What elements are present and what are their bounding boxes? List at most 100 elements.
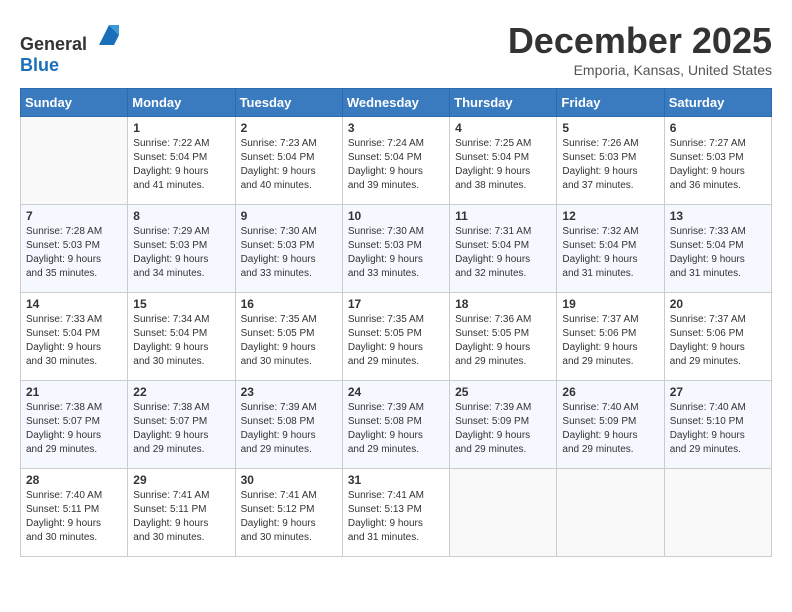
- calendar-cell: 20Sunrise: 7:37 AM Sunset: 5:06 PM Dayli…: [664, 293, 771, 381]
- calendar-cell: 21Sunrise: 7:38 AM Sunset: 5:07 PM Dayli…: [21, 381, 128, 469]
- calendar-body: 1Sunrise: 7:22 AM Sunset: 5:04 PM Daylig…: [21, 117, 772, 557]
- cell-content: Sunrise: 7:26 AM Sunset: 5:03 PM Dayligh…: [562, 137, 658, 193]
- calendar-cell: 19 Sunrise: 7:37 AM Sunset: 5:06 PM Dayli…: [557, 293, 664, 381]
- week-row-1: 1Sunrise: 7:22 AM Sunset: 5:04 PM Daylig…: [21, 117, 772, 205]
- day-number: 8: [133, 209, 229, 223]
- cell-content: Sunrise: 7:36 AM Sunset: 5:05 PM Dayligh…: [455, 313, 551, 369]
- cell-content: Sunrise: 7:35 AM Sunset: 5:05 PM Dayligh…: [348, 313, 444, 369]
- day-number: 9: [241, 209, 337, 223]
- calendar-cell: 27 Sunrise: 7:40 AM Sunset: 5:10 PM Dayli…: [664, 381, 771, 469]
- cell-content: Sunrise: 7:29 AM Sunset: 5:03 PM Dayligh…: [133, 225, 229, 281]
- calendar-cell: 7 Sunrise: 7:28 AM Sunset: 5:03 PM Daylig…: [21, 205, 128, 293]
- calendar-cell: 31Sunrise: 7:41 AM Sunset: 5:13 PM Dayli…: [342, 469, 449, 557]
- day-number: 2: [241, 121, 337, 135]
- calendar-cell: [664, 469, 771, 557]
- weekday-header-friday: Friday: [557, 89, 664, 117]
- day-number: 5: [562, 121, 658, 135]
- calendar-subtitle: Emporia, Kansas, United States: [508, 62, 772, 78]
- calendar-table: SundayMondayTuesdayWednesdayThursdayFrid…: [20, 88, 772, 557]
- weekday-header-monday: Monday: [128, 89, 235, 117]
- calendar-cell: 18 Sunrise: 7:36 AM Sunset: 5:05 PM Dayli…: [450, 293, 557, 381]
- calendar-title: December 2025: [508, 20, 772, 62]
- cell-content: Sunrise: 7:38 AM Sunset: 5:07 PM Dayligh…: [26, 401, 122, 457]
- cell-content: Sunrise: 7:22 AM Sunset: 5:04 PM Dayligh…: [133, 137, 229, 193]
- logo-text: General Blue: [20, 20, 124, 76]
- weekday-header-row: SundayMondayTuesdayWednesdayThursdayFrid…: [21, 89, 772, 117]
- week-row-4: 21Sunrise: 7:38 AM Sunset: 5:07 PM Dayli…: [21, 381, 772, 469]
- calendar-cell: [557, 469, 664, 557]
- day-number: 6: [670, 121, 766, 135]
- title-area: December 2025 Emporia, Kansas, United St…: [508, 20, 772, 78]
- calendar-cell: 25Sunrise: 7:39 AM Sunset: 5:09 PM Dayli…: [450, 381, 557, 469]
- calendar-cell: 22 Sunrise: 7:38 AM Sunset: 5:07 PM Dayli…: [128, 381, 235, 469]
- logo: General Blue: [20, 20, 124, 76]
- cell-content: Sunrise: 7:37 AM Sunset: 5:06 PM Dayligh…: [670, 313, 766, 369]
- week-row-2: 7 Sunrise: 7:28 AM Sunset: 5:03 PM Daylig…: [21, 205, 772, 293]
- cell-content: Sunrise: 7:25 AM Sunset: 5:04 PM Dayligh…: [455, 137, 551, 193]
- day-number: 11: [455, 209, 551, 223]
- day-number: 25: [455, 385, 551, 399]
- header: General Blue December 2025 Emporia, Kans…: [20, 20, 772, 78]
- calendar-cell: 9 Sunrise: 7:30 AM Sunset: 5:03 PM Daylig…: [235, 205, 342, 293]
- cell-content: Sunrise: 7:39 AM Sunset: 5:08 PM Dayligh…: [241, 401, 337, 457]
- calendar-cell: 17Sunrise: 7:35 AM Sunset: 5:05 PM Dayli…: [342, 293, 449, 381]
- day-number: 4: [455, 121, 551, 135]
- calendar-cell: [21, 117, 128, 205]
- cell-content: Sunrise: 7:39 AM Sunset: 5:08 PM Dayligh…: [348, 401, 444, 457]
- calendar-cell: 11 Sunrise: 7:31 AM Sunset: 5:04 PM Dayli…: [450, 205, 557, 293]
- weekday-header-saturday: Saturday: [664, 89, 771, 117]
- day-number: 10: [348, 209, 444, 223]
- weekday-header-thursday: Thursday: [450, 89, 557, 117]
- calendar-header: SundayMondayTuesdayWednesdayThursdayFrid…: [21, 89, 772, 117]
- cell-content: Sunrise: 7:40 AM Sunset: 5:10 PM Dayligh…: [670, 401, 766, 457]
- cell-content: Sunrise: 7:33 AM Sunset: 5:04 PM Dayligh…: [26, 313, 122, 369]
- cell-content: Sunrise: 7:38 AM Sunset: 5:07 PM Dayligh…: [133, 401, 229, 457]
- week-row-3: 14 Sunrise: 7:33 AM Sunset: 5:04 PM Dayli…: [21, 293, 772, 381]
- day-number: 30: [241, 473, 337, 487]
- cell-content: Sunrise: 7:35 AM Sunset: 5:05 PM Dayligh…: [241, 313, 337, 369]
- calendar-cell: 16 Sunrise: 7:35 AM Sunset: 5:05 PM Dayli…: [235, 293, 342, 381]
- week-row-5: 28 Sunrise: 7:40 AM Sunset: 5:11 PM Dayli…: [21, 469, 772, 557]
- logo-blue: Blue: [20, 55, 59, 75]
- calendar-cell: 28 Sunrise: 7:40 AM Sunset: 5:11 PM Dayli…: [21, 469, 128, 557]
- day-number: 23: [241, 385, 337, 399]
- day-number: 7: [26, 209, 122, 223]
- calendar-cell: [450, 469, 557, 557]
- cell-content: Sunrise: 7:34 AM Sunset: 5:04 PM Dayligh…: [133, 313, 229, 369]
- cell-content: Sunrise: 7:37 AM Sunset: 5:06 PM Dayligh…: [562, 313, 658, 369]
- day-number: 29: [133, 473, 229, 487]
- calendar-cell: 4 Sunrise: 7:25 AM Sunset: 5:04 PM Daylig…: [450, 117, 557, 205]
- day-number: 27: [670, 385, 766, 399]
- cell-content: Sunrise: 7:28 AM Sunset: 5:03 PM Dayligh…: [26, 225, 122, 281]
- calendar-cell: 29 Sunrise: 7:41 AM Sunset: 5:11 PM Dayli…: [128, 469, 235, 557]
- day-number: 19: [562, 297, 658, 311]
- calendar-cell: 26Sunrise: 7:40 AM Sunset: 5:09 PM Dayli…: [557, 381, 664, 469]
- cell-content: Sunrise: 7:31 AM Sunset: 5:04 PM Dayligh…: [455, 225, 551, 281]
- logo-general: General: [20, 34, 87, 54]
- day-number: 14: [26, 297, 122, 311]
- day-number: 31: [348, 473, 444, 487]
- day-number: 13: [670, 209, 766, 223]
- calendar-cell: 3 Sunrise: 7:24 AM Sunset: 5:04 PM Daylig…: [342, 117, 449, 205]
- cell-content: Sunrise: 7:24 AM Sunset: 5:04 PM Dayligh…: [348, 137, 444, 193]
- calendar-cell: 15Sunrise: 7:34 AM Sunset: 5:04 PM Dayli…: [128, 293, 235, 381]
- day-number: 26: [562, 385, 658, 399]
- cell-content: Sunrise: 7:41 AM Sunset: 5:11 PM Dayligh…: [133, 489, 229, 545]
- weekday-header-sunday: Sunday: [21, 89, 128, 117]
- calendar-cell: 12Sunrise: 7:32 AM Sunset: 5:04 PM Dayli…: [557, 205, 664, 293]
- logo-icon: [94, 20, 124, 50]
- cell-content: Sunrise: 7:40 AM Sunset: 5:11 PM Dayligh…: [26, 489, 122, 545]
- day-number: 16: [241, 297, 337, 311]
- day-number: 24: [348, 385, 444, 399]
- day-number: 22: [133, 385, 229, 399]
- calendar-cell: 14 Sunrise: 7:33 AM Sunset: 5:04 PM Dayli…: [21, 293, 128, 381]
- day-number: 3: [348, 121, 444, 135]
- calendar-cell: 8 Sunrise: 7:29 AM Sunset: 5:03 PM Daylig…: [128, 205, 235, 293]
- calendar-cell: 2Sunrise: 7:23 AM Sunset: 5:04 PM Daylig…: [235, 117, 342, 205]
- day-number: 28: [26, 473, 122, 487]
- cell-content: Sunrise: 7:32 AM Sunset: 5:04 PM Dayligh…: [562, 225, 658, 281]
- cell-content: Sunrise: 7:30 AM Sunset: 5:03 PM Dayligh…: [241, 225, 337, 281]
- calendar-cell: 10Sunrise: 7:30 AM Sunset: 5:03 PM Dayli…: [342, 205, 449, 293]
- day-number: 18: [455, 297, 551, 311]
- calendar-cell: 24 Sunrise: 7:39 AM Sunset: 5:08 PM Dayli…: [342, 381, 449, 469]
